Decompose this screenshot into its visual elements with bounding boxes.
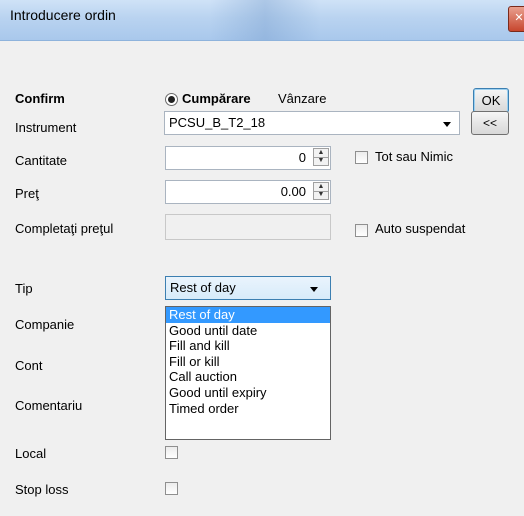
companie-label: Companie [15,317,75,332]
chevron-down-icon [443,122,451,127]
stop-loss-label: Stop loss [15,482,69,497]
cont-label: Cont [15,358,43,373]
comentariu-label: Comentariu [15,398,83,413]
cantitate-input[interactable]: 0 ▲ ▼ [165,146,331,170]
tip-option[interactable]: Fill or kill [166,354,330,370]
auto-suspendat-label[interactable]: Auto suspendat [375,221,465,236]
tip-option[interactable]: Timed order [166,401,330,417]
tip-option[interactable]: Call auction [166,369,330,385]
auto-suspendat-checkbox[interactable] [355,224,368,237]
cantitate-label: Cantitate [15,153,68,168]
pret-input[interactable]: 0.00 ▲ ▼ [165,180,331,204]
chevron-down-icon [310,287,318,292]
vanzare-label[interactable]: Vânzare [278,91,326,106]
cumparare-label[interactable]: Cumpărare [182,91,251,106]
tot-sau-nimic-checkbox[interactable] [355,151,368,164]
tip-select[interactable]: Rest of day [165,276,331,300]
pret-spinner[interactable]: ▲ ▼ [313,182,329,200]
instrument-value: PCSU_B_T2_18 [169,115,266,130]
tip-label: Tip [15,281,33,296]
title-bar-highlight [210,0,320,40]
window-title: Introducere ordin [10,7,116,23]
spin-down-icon[interactable]: ▼ [314,157,328,165]
tip-dropdown-list: Rest of day Good until date Fill and kil… [165,306,331,440]
tip-option[interactable]: Good until expiry [166,385,330,401]
pret-label: Preţ [15,186,39,201]
instrument-label: Instrument [15,120,77,135]
ok-button[interactable]: OK [473,88,509,113]
pret-value: 0.00 [280,184,306,199]
tot-sau-nimic-label[interactable]: Tot sau Nimic [375,149,453,164]
spin-down-icon[interactable]: ▼ [314,191,328,199]
tip-option[interactable]: Good until date [166,323,330,339]
cantitate-value: 0 [298,150,306,165]
completati-pretul-label: Completaţi preţul [15,221,114,236]
confirm-label: Confirm [15,91,65,106]
local-checkbox[interactable] [165,446,178,459]
local-label: Local [15,446,47,461]
cantitate-spinner[interactable]: ▲ ▼ [313,148,329,166]
tip-option[interactable]: Fill and kill [166,338,330,354]
title-bar: Introducere ordin ✕ [0,0,524,41]
instrument-back-button[interactable]: << [471,111,509,135]
tip-value: Rest of day [170,280,236,295]
tip-option[interactable]: Rest of day [166,307,330,323]
instrument-select[interactable]: PCSU_B_T2_18 [164,111,460,135]
stop-loss-checkbox[interactable] [165,482,178,495]
completati-pretul-input[interactable] [165,214,331,240]
close-icon[interactable]: ✕ [508,6,524,32]
radio-cumparare[interactable] [165,93,178,106]
